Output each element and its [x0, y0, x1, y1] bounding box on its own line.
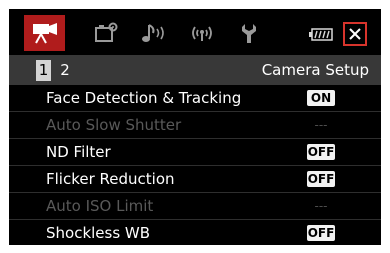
camera-menu-screen: 1 2 Camera Setup Face Detection & Tracki…	[9, 9, 381, 245]
menu-item-label: Face Detection & Tracking	[46, 89, 242, 107]
menu-item-auto-slow-shutter: Auto Slow Shutter ---	[9, 112, 381, 139]
status-badge: ON	[307, 90, 335, 106]
settings-list: Face Detection & Tracking ON Auto Slow S…	[9, 85, 381, 245]
menu-item-label: Auto Slow Shutter	[46, 116, 182, 134]
status-badge: OFF	[307, 144, 335, 160]
tab-recording-setup[interactable]	[91, 15, 121, 51]
menu-item-auto-iso-limit: Auto ISO Limit ---	[9, 193, 381, 220]
status-badge: OFF	[307, 225, 335, 241]
tab-system-setup[interactable]	[237, 15, 265, 51]
audio-icon	[142, 24, 164, 42]
movie-camera-icon	[32, 23, 57, 44]
status-badge: OFF	[307, 171, 335, 187]
page-2-indicator[interactable]: 2	[57, 60, 73, 81]
close-icon	[349, 28, 361, 40]
unavailable-value: ---	[314, 199, 328, 213]
menu-item-nd-filter[interactable]: ND Filter OFF	[9, 139, 381, 166]
battery-icon	[309, 28, 333, 41]
menu-item-label: ND Filter	[46, 143, 111, 161]
unavailable-value: ---	[314, 118, 328, 132]
tab-audio-setup[interactable]	[139, 15, 169, 51]
wrench-icon	[242, 24, 256, 43]
menu-item-label: Flicker Reduction	[46, 170, 175, 188]
page-1-indicator[interactable]: 1	[36, 60, 51, 81]
menu-item-label: Shockless WB	[46, 224, 151, 242]
menu-tab-bar	[9, 9, 381, 55]
menu-title: Camera Setup	[261, 61, 369, 79]
tab-wireless[interactable]	[185, 15, 219, 51]
camera-settings-icon	[95, 22, 118, 42]
close-button[interactable]	[343, 22, 367, 46]
wireless-icon	[192, 26, 212, 41]
page-indicator-bar: 1 2 Camera Setup	[9, 55, 381, 85]
menu-item-shockless-wb[interactable]: Shockless WB OFF	[9, 220, 381, 245]
menu-item-label: Auto ISO Limit	[46, 197, 154, 215]
tab-camera-settings[interactable]	[24, 15, 65, 51]
menu-item-face-detection[interactable]: Face Detection & Tracking ON	[9, 85, 381, 112]
menu-item-flicker-reduction[interactable]: Flicker Reduction OFF	[9, 166, 381, 193]
